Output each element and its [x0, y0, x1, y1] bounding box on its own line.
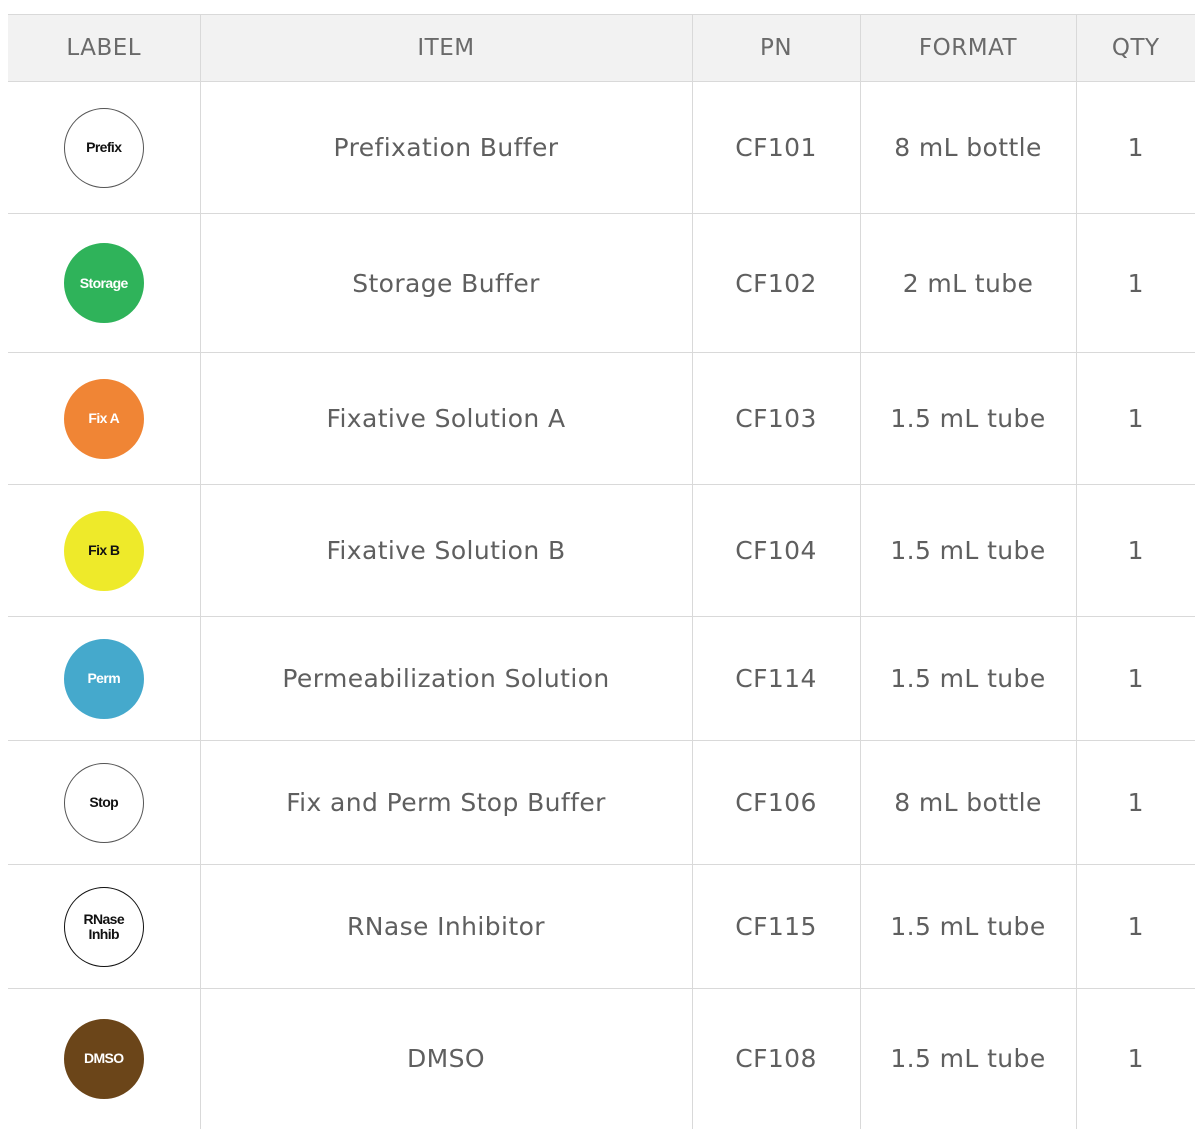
label-cell: DMSO [8, 988, 201, 1129]
pn-cell: CF104 [691, 484, 861, 617]
item-cell: Permeabilization Solution [199, 616, 693, 741]
format-cell: 1.5 mL tube [859, 616, 1077, 741]
item-cell: Fixative Solution A [199, 352, 693, 485]
pn-cell: CF101 [691, 81, 861, 214]
pn-cell: CF108 [691, 988, 861, 1129]
item-cell: RNase Inhibitor [199, 864, 693, 989]
pn-cell: CF114 [691, 616, 861, 741]
label-badge: Storage [63, 243, 144, 323]
format-cell: 1.5 mL tube [859, 864, 1077, 989]
item-cell: Prefixation Buffer [199, 81, 693, 214]
table-header-row: LABEL ITEM PN FORMAT QTY [8, 14, 1195, 82]
pn-cell: CF102 [691, 213, 861, 353]
header-pn: PN [691, 14, 861, 82]
table-row: Storage Storage Buffer CF102 2 mL tube 1 [8, 213, 1195, 353]
label-badge: Fix B [63, 510, 144, 591]
table-row: Stop Fix and Perm Stop Buffer CF106 8 mL… [8, 740, 1195, 865]
table-row: Fix B Fixative Solution B CF104 1.5 mL t… [8, 484, 1195, 617]
format-cell: 2 mL tube [859, 213, 1077, 353]
qty-cell: 1 [1075, 352, 1195, 485]
item-cell: Fix and Perm Stop Buffer [199, 740, 693, 865]
pn-cell: CF103 [691, 352, 861, 485]
pn-cell: CF106 [691, 740, 861, 865]
label-badge: DMSO [63, 1018, 144, 1099]
label-badge: Fix A [63, 378, 144, 459]
label-cell: Stop [8, 740, 201, 865]
qty-cell: 1 [1075, 740, 1195, 865]
label-badge: RNase Inhib [63, 886, 144, 967]
label-cell: Fix A [8, 352, 201, 485]
qty-cell: 1 [1075, 81, 1195, 214]
table-row: RNase Inhib RNase Inhibitor CF115 1.5 mL… [8, 864, 1195, 989]
label-cell: Fix B [8, 484, 201, 617]
header-label: LABEL [8, 14, 201, 82]
kit-contents-table-wrapper: LABEL ITEM PN FORMAT QTY Prefix Prefixat… [8, 14, 1195, 1129]
qty-cell: 1 [1075, 213, 1195, 353]
label-cell: RNase Inhib [8, 864, 201, 989]
format-cell: 8 mL bottle [859, 740, 1077, 865]
format-cell: 1.5 mL tube [859, 484, 1077, 617]
item-cell: Storage Buffer [199, 213, 693, 353]
table-row: Fix A Fixative Solution A CF103 1.5 mL t… [8, 352, 1195, 485]
item-cell: DMSO [199, 988, 693, 1129]
format-cell: 8 mL bottle [859, 81, 1077, 214]
table-row: Perm Permeabilization Solution CF114 1.5… [8, 616, 1195, 741]
header-format: FORMAT [859, 14, 1077, 82]
table-row: DMSO DMSO CF108 1.5 mL tube 1 [8, 988, 1195, 1129]
label-badge: Stop [63, 762, 144, 843]
format-cell: 1.5 mL tube [859, 352, 1077, 485]
table-row: Prefix Prefixation Buffer CF101 8 mL bot… [8, 81, 1195, 214]
label-badge: Perm [63, 638, 144, 719]
qty-cell: 1 [1075, 484, 1195, 617]
item-cell: Fixative Solution B [199, 484, 693, 617]
pn-cell: CF115 [691, 864, 861, 989]
label-cell: Storage [8, 213, 201, 353]
qty-cell: 1 [1075, 616, 1195, 741]
kit-contents-table: LABEL ITEM PN FORMAT QTY Prefix Prefixat… [8, 14, 1195, 1129]
header-qty: QTY [1075, 14, 1195, 82]
qty-cell: 1 [1075, 864, 1195, 989]
label-badge: Prefix [63, 107, 144, 188]
label-cell: Perm [8, 616, 201, 741]
label-cell: Prefix [8, 81, 201, 214]
qty-cell: 1 [1075, 988, 1195, 1129]
header-item: ITEM [199, 14, 693, 82]
format-cell: 1.5 mL tube [859, 988, 1077, 1129]
